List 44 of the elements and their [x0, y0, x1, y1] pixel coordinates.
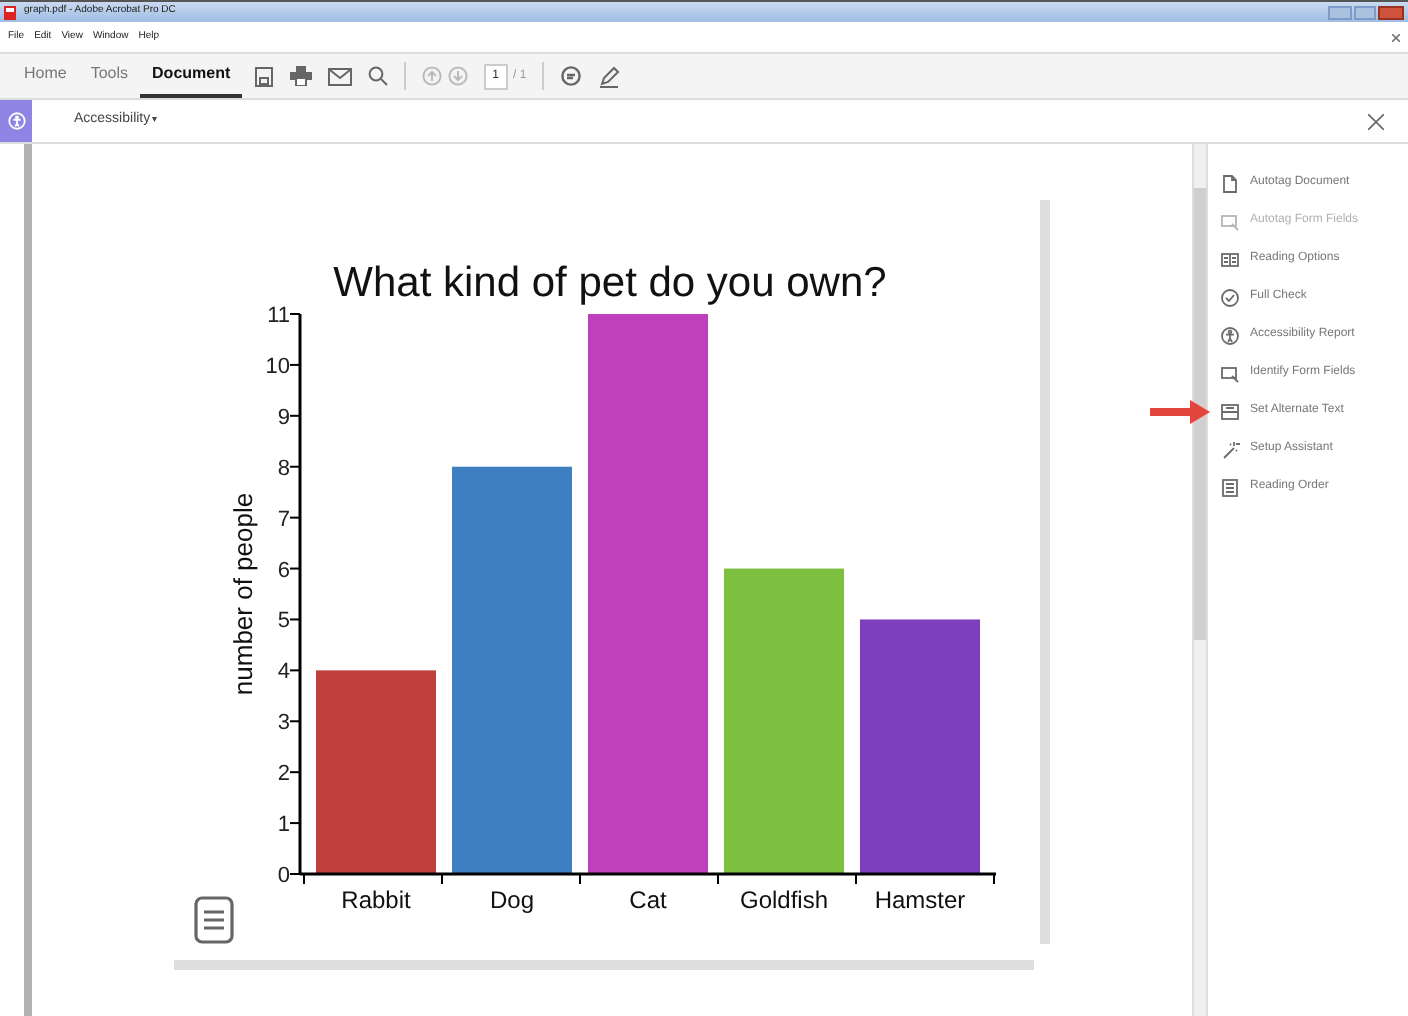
- tab[interactable]: Document: [140, 54, 243, 98]
- tick-label: 8: [277, 456, 290, 481]
- scroll-thumb[interactable]: [1194, 188, 1206, 640]
- tick-label: 4: [277, 660, 290, 685]
- form-icon: [1220, 363, 1240, 383]
- tick-label: 0: [277, 864, 290, 888]
- mail-icon[interactable]: [328, 67, 353, 85]
- axis-title: number of people: [228, 492, 258, 696]
- print-icon[interactable]: [290, 66, 313, 86]
- tick-label: 1: [277, 813, 290, 838]
- category-label: Goldfish: [739, 886, 829, 914]
- menu-icon[interactable]: [194, 896, 234, 944]
- image-text-icon: [1220, 401, 1240, 421]
- tick-label: 3: [277, 711, 290, 736]
- tick-label: 10: [265, 354, 290, 379]
- tick-label: 7: [277, 507, 290, 532]
- check-circle-icon: [1220, 287, 1240, 307]
- tick-label: 6: [277, 558, 290, 583]
- close-icon[interactable]: [1392, 33, 1400, 41]
- category-label: Cat: [629, 886, 667, 914]
- chart-title: What kind of pet do you own?: [333, 260, 887, 306]
- close-icon[interactable]: [1368, 113, 1384, 129]
- scrollbar[interactable]: [1192, 144, 1208, 1016]
- accessibility-icon: [1220, 325, 1240, 345]
- columns-icon: [1220, 249, 1240, 269]
- reading-order-icon: [1220, 477, 1240, 497]
- close-button[interactable]: [1378, 5, 1404, 19]
- form-icon: [1220, 211, 1240, 231]
- tick-label: 9: [277, 405, 290, 430]
- tab[interactable]: Home: [12, 54, 79, 98]
- category-label: Dog: [490, 886, 534, 914]
- tick-label: 11: [267, 304, 290, 328]
- comment-icon[interactable]: [560, 65, 583, 87]
- tick-label: 2: [277, 762, 290, 787]
- tick-label: 5: [277, 609, 290, 634]
- magic-wand-icon: [1220, 439, 1240, 459]
- save-icon[interactable]: [254, 65, 275, 87]
- document-icon: [1220, 173, 1240, 193]
- accessibility-tool-icon[interactable]: [0, 100, 32, 142]
- category-label: Rabbit: [341, 886, 411, 914]
- tab[interactable]: Tools: [78, 54, 141, 98]
- search-icon[interactable]: [368, 66, 389, 86]
- category-label: Hamster: [874, 886, 966, 914]
- pen-icon[interactable]: [598, 65, 621, 87]
